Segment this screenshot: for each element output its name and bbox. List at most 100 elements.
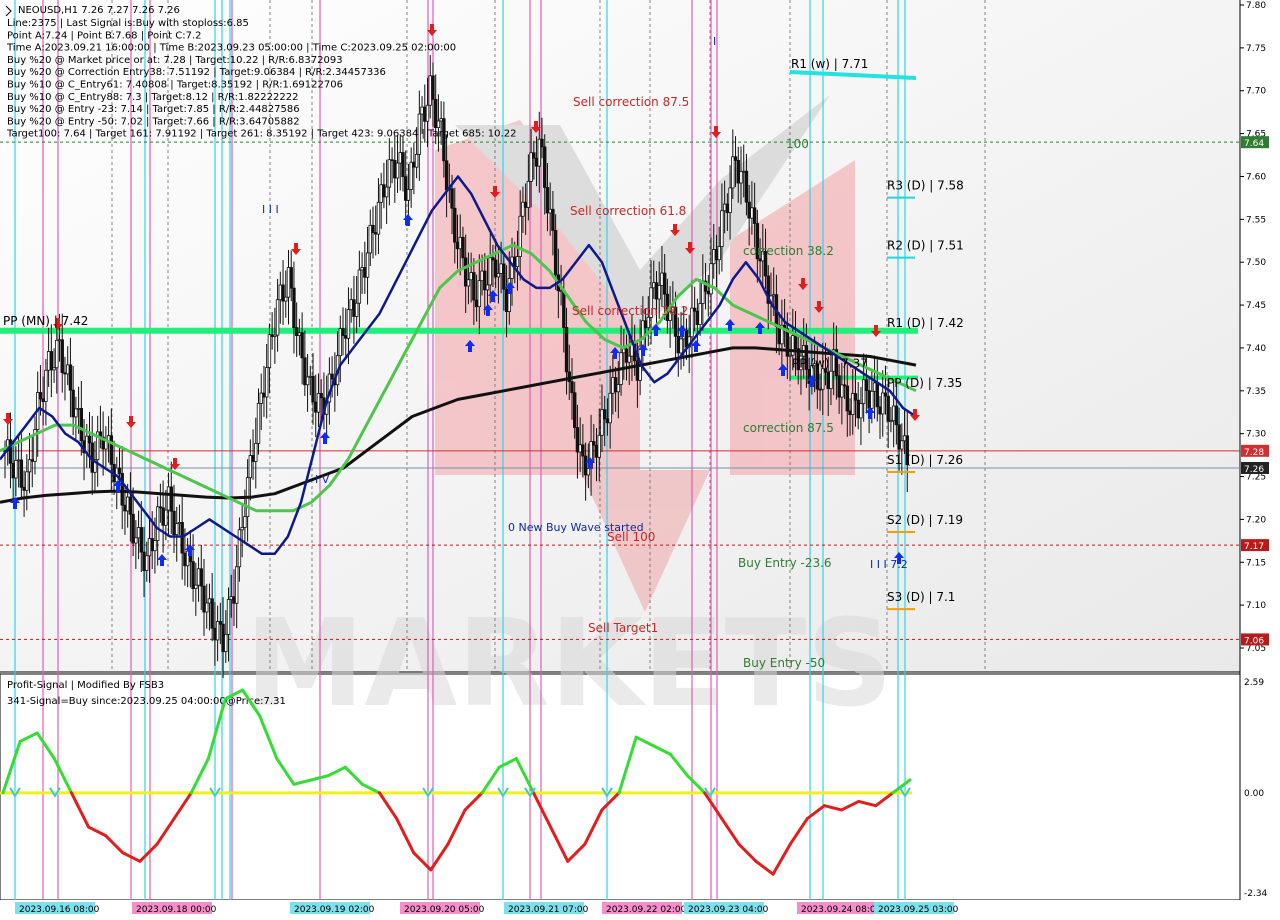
y-axis: 7.807.757.707.657.607.557.507.457.407.35… [1240,1,1266,654]
price-badge-label: 7.28 [1244,448,1264,458]
bull-candle [14,459,18,479]
bull-candle [646,316,651,329]
bull-candle [25,471,29,491]
bear-candle [532,152,536,159]
bear-candle [371,224,375,233]
y-tick-label: 7.45 [1246,301,1266,311]
bull-candle [134,537,138,544]
bull-candle [420,106,424,115]
bear-candle [117,467,122,474]
bear-candle [856,399,860,419]
y-tick-label: 7.50 [1246,258,1266,268]
bull-candle [27,459,32,473]
bear-candle [706,290,710,295]
bull-candle [256,402,261,444]
wave-annotation: 0 New Buy Wave started [508,521,644,534]
x-tick-label: 2023.09.24 08:00 [801,905,882,915]
bear-candle [474,299,479,308]
sell-annotation: Sell Target1 [588,621,658,635]
bull-candle [74,408,78,418]
pivot-level-label: R1 (D) | 7.42 [887,316,964,330]
bull-candle [600,409,604,436]
sell-annotation: Sell correction 87.5 [573,95,689,109]
bear-candle [191,561,195,589]
bull-candle [229,596,233,600]
bear-candle [777,326,781,345]
pp-w-label: PP (w) | 7.37 [792,357,868,371]
bull-candle [384,186,389,198]
bull-candle [660,272,664,286]
bear-candle [202,585,206,613]
bear-candle [594,444,599,458]
bear-candle [493,259,498,278]
info-line: Buy %20 @ Entry -50: 7.02 | Target:7.66 … [7,116,300,127]
sub-y-tick-label: 0.00 [1244,789,1264,799]
info-line: Time A:2023.09.21 16:00:00 | Time B:2023… [6,43,456,54]
bear-candle [613,377,618,393]
bear-candle [894,405,899,426]
pp-mn-label: PP (MN) | 7.42 [3,314,88,328]
bear-candle [752,207,757,224]
bull-candle [537,138,541,167]
bull-candle [480,270,484,282]
x-axis: 2023.09.16 08:00 2023.09.18 00:00 2023.09.… [0,900,1280,920]
bear-candle [502,263,506,290]
bull-candle [750,207,754,219]
bear-candle [363,267,367,278]
bear-candle [161,507,165,526]
bull-candle [153,540,157,552]
bear-candle [714,249,719,261]
bear-candle [845,385,850,412]
bull-candle [709,263,713,295]
bear-candle [818,388,822,391]
bear-candle [867,390,871,409]
bull-candle [275,299,280,336]
bear-candle [581,444,585,457]
bear-candle [218,621,223,625]
bull-candle [16,459,21,462]
y-tick-label: 7.80 [1246,1,1266,11]
bear-candle [68,364,73,391]
bull-candle [57,339,62,342]
bear-candle [575,427,580,453]
bear-candle [319,393,323,399]
bull-candle [466,279,471,287]
bear-candle [842,384,847,387]
bull-candle [164,509,168,526]
bull-candle [526,181,531,208]
bull-candle [264,367,269,398]
bear-candle [551,208,555,231]
bull-candle [428,75,432,106]
bear-candle [412,161,416,168]
bull-candle [273,334,277,337]
bull-candle [870,390,874,409]
bull-candle [548,208,552,214]
bull-candle [55,339,59,369]
bear-candle [30,459,34,462]
bear-candle [472,272,476,301]
bear-candle [142,551,146,571]
bull-candle [518,215,522,257]
bear-candle [300,332,304,359]
bull-candle [224,633,228,653]
bull-candle [742,170,746,173]
bull-candle [155,506,160,542]
bear-candle [374,232,378,235]
bull-candle [881,392,885,415]
bull-candle [891,405,896,422]
bear-candle [878,406,882,415]
wave-annotation: I [713,35,716,48]
bear-candle [423,106,427,122]
info-line: Buy %20 @ Entry -23: 7.14 | Target:7.85 … [7,104,300,115]
bear-candle [294,327,299,336]
bull-candle [259,392,263,404]
bull-candle [690,307,694,338]
bull-candle [458,236,462,250]
bear-candle [602,409,607,420]
sub-header-1: Profit-Signal | Modified By FSB3 [7,680,164,691]
bear-candle [744,170,749,203]
bull-candle [872,382,877,392]
bear-candle [883,392,888,397]
bear-candle [314,401,318,413]
bear-candle [431,75,435,100]
